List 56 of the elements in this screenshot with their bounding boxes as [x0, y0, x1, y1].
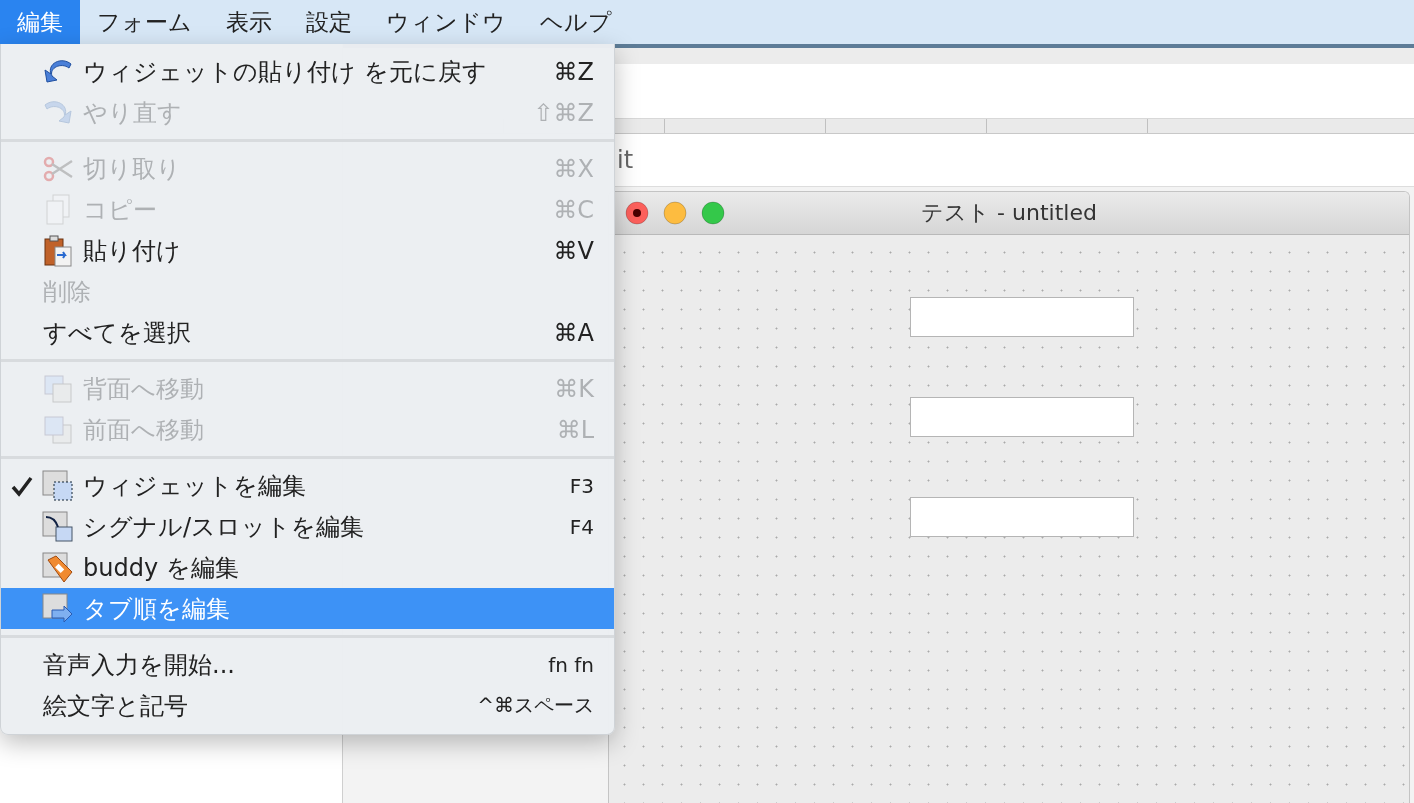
menu-item-label: ウィジェットを編集: [83, 470, 306, 502]
menu-item-label: シグナル/スロットを編集: [83, 511, 365, 543]
shortcut-text: ⇧⌘Z: [533, 98, 594, 127]
menu-item[interactable]: buddy を編集: [1, 547, 614, 588]
menubar-item[interactable]: 設定: [289, 0, 369, 44]
shortcut-text: ⌘K: [554, 374, 594, 403]
layers-icon: [43, 373, 73, 404]
menu-item-label: 背面へ移動: [83, 373, 204, 405]
menu-item[interactable]: すべてを選択 ⌘A: [1, 312, 614, 353]
shortcut-text: ⌘Z: [553, 57, 594, 86]
line-edit-field[interactable]: [910, 297, 1134, 337]
menu-item[interactable]: ウィジェットの貼り付け を元に戻す ⌘Z: [1, 51, 614, 92]
menu-item-label: タブ順を編集: [83, 593, 230, 625]
line-edit-field[interactable]: [910, 397, 1134, 437]
signal-slot-icon: [42, 510, 74, 543]
window-title: it: [617, 146, 634, 174]
shortcut-text: ⌘V: [553, 236, 594, 265]
menu-item-label: 絵文字と記号: [43, 690, 188, 722]
menu-item[interactable]: 貼り付け ⌘V: [1, 230, 614, 271]
menubar-item[interactable]: ヘルプ: [523, 0, 629, 44]
menu-item[interactable]: 音声入力を開始... fn fn: [1, 644, 614, 685]
scissors-icon: [42, 154, 74, 183]
shortcut-text: ⌘X: [553, 154, 594, 183]
shortcut-text: ⌘L: [556, 415, 594, 444]
line-edit-field[interactable]: [910, 497, 1134, 537]
layers-icon: [43, 414, 73, 445]
shortcut-text: F4: [569, 514, 594, 539]
widget-select-icon: [42, 469, 74, 502]
menu-item-label: 前面へ移動: [83, 414, 204, 446]
shortcut-text: fn fn: [548, 652, 594, 677]
tag-icon: [42, 551, 74, 584]
tab-order-icon: [42, 592, 74, 625]
clipboard-icon: [43, 234, 73, 267]
menu-item-label: すべてを選択: [43, 317, 191, 349]
menu-item[interactable]: シグナル/スロットを編集 F4: [1, 506, 614, 547]
menu-item-label: 貼り付け: [83, 235, 181, 267]
shortcut-text: ^⌘スペース: [477, 692, 594, 719]
documents-icon: [45, 193, 71, 226]
menu-item-label: 削除: [43, 276, 91, 308]
window-control-icon[interactable]: [625, 201, 649, 225]
menubar-item[interactable]: 表示: [209, 0, 289, 44]
menubar-item[interactable]: ウィンドウ: [369, 0, 523, 44]
menu-item[interactable]: 絵文字と記号 ^⌘スペース: [1, 685, 614, 726]
menu-item-label: ウィジェットの貼り付け を元に戻す: [83, 56, 487, 88]
menu-item-label: 音声入力を開始...: [43, 649, 235, 681]
menu-item-label: 切り取り: [83, 153, 181, 185]
shortcut-text: F3: [569, 473, 594, 498]
shortcut-text: ⌘A: [553, 318, 594, 347]
menu-item[interactable]: ウィジェットを編集 F3: [1, 465, 614, 506]
menu-item-label: buddy を編集: [83, 552, 239, 584]
menu-item-label: やり直す: [83, 97, 182, 129]
shortcut-text: ⌘C: [553, 195, 594, 224]
window-title: テスト - untitled: [921, 200, 1097, 225]
menubar-item[interactable]: 編集: [0, 0, 80, 44]
menu-item-label: コピー: [83, 194, 157, 226]
menubar-item[interactable]: フォーム: [80, 0, 209, 44]
